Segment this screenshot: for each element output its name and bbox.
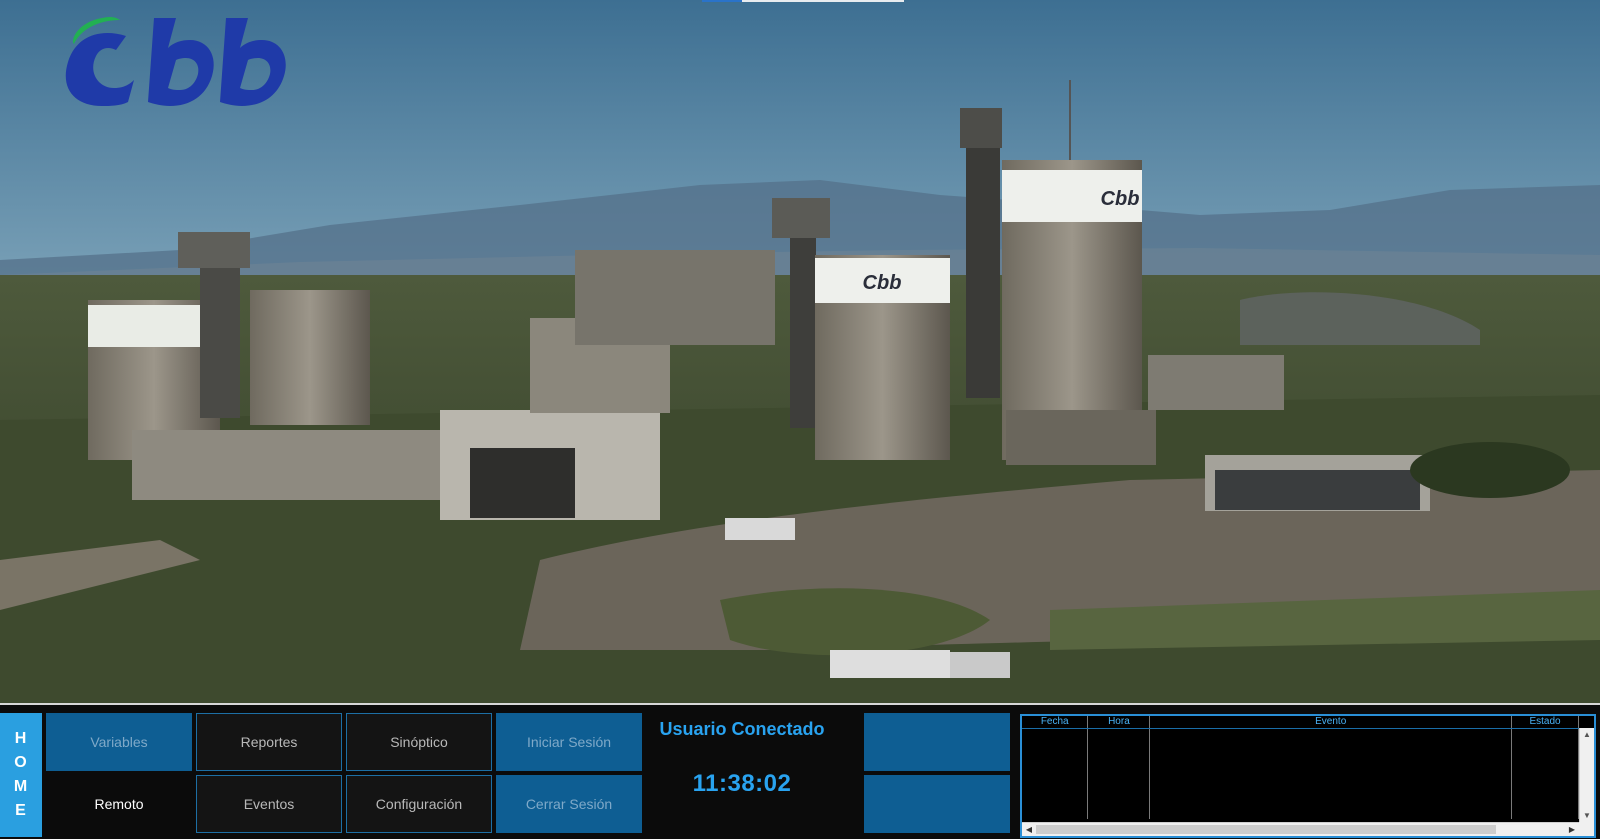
scroll-right-icon[interactable]: ▶ <box>1565 823 1579 836</box>
home-letter: E <box>15 802 27 819</box>
logout-button[interactable]: Cerrar Sesión <box>496 775 642 833</box>
table-cell <box>1087 728 1151 819</box>
table-cell <box>1511 728 1579 819</box>
remote-button[interactable]: Remoto <box>46 775 192 833</box>
clock-display: 11:38:02 <box>692 770 792 797</box>
event-table: Fecha Hora Evento Estado <box>1022 716 1579 819</box>
blank-button-top[interactable] <box>864 713 1010 771</box>
synoptic-button[interactable]: Sinóptico <box>346 713 492 771</box>
blank-button-bottom[interactable] <box>864 775 1010 833</box>
silo-logo-text-mid: Cbb <box>863 272 902 294</box>
plant-background-photo: Cbb Cbb <box>0 0 1600 703</box>
connected-user-label: Usuario Conectado <box>659 719 825 739</box>
scroll-left-icon[interactable]: ◀ <box>1022 823 1036 836</box>
cbb-logo-mark <box>65 16 286 106</box>
configuration-button[interactable]: Configuración <box>346 775 492 833</box>
reports-button[interactable]: Reportes <box>196 713 342 771</box>
horizontal-scrollbar[interactable]: ◀ ▶ <box>1022 822 1579 836</box>
scroll-up-icon[interactable]: ▲ <box>1580 728 1594 741</box>
variables-button[interactable]: Variables <box>46 713 192 771</box>
column-header-evento[interactable]: Evento <box>1149 716 1513 729</box>
table-cell <box>1149 728 1513 819</box>
login-button[interactable]: Iniciar Sesión <box>496 713 642 771</box>
horizontal-scroll-thumb[interactable] <box>1036 825 1496 834</box>
home-letter: M <box>13 778 29 795</box>
table-cell <box>1022 728 1089 819</box>
table-row-empty <box>1022 728 1579 819</box>
cbb-brand-logo <box>58 14 308 110</box>
control-panel: H O M E Variables Remoto Reportes Evento… <box>0 703 1600 839</box>
top-progress-indicator <box>702 0 904 2</box>
session-status: Usuario Conectado 11:38:02 <box>644 713 840 837</box>
home-letter: O <box>14 754 28 771</box>
home-letter: H <box>14 730 28 747</box>
column-header-fecha[interactable]: Fecha <box>1022 716 1089 729</box>
scroll-down-icon[interactable]: ▼ <box>1580 809 1594 822</box>
event-log-table[interactable]: Fecha Hora Evento Estado ▲ ▼ ◀ ▶ <box>1020 714 1596 838</box>
scrollbar-corner <box>1579 822 1594 836</box>
silo-logo-text-tall: Cbb <box>1101 188 1140 210</box>
events-button[interactable]: Eventos <box>196 775 342 833</box>
column-header-estado[interactable]: Estado <box>1511 716 1579 729</box>
home-button[interactable]: H O M E <box>0 713 42 837</box>
column-header-hora[interactable]: Hora <box>1087 716 1151 729</box>
vertical-scrollbar[interactable]: ▲ ▼ <box>1579 728 1594 822</box>
